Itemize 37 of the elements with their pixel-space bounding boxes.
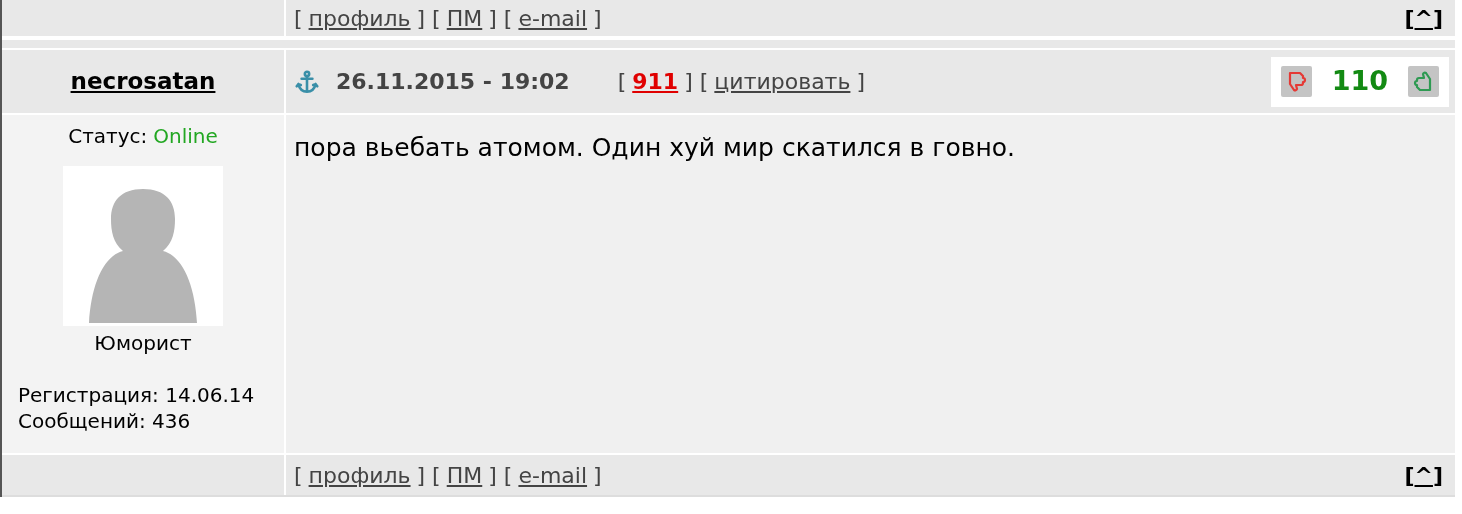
text-link[interactable]: профиль — [308, 458, 411, 492]
status-label: Статус: — [68, 123, 148, 150]
bracket: ] — [593, 4, 602, 33]
author-name[interactable]: necrosatan — [70, 64, 216, 99]
bracket: [ — [1404, 461, 1415, 490]
thumbs-down-icon[interactable] — [1280, 66, 1312, 97]
bracket: [ — [617, 68, 627, 96]
registration-date: Регистрация: 14.06.14 — [18, 382, 255, 408]
text-link[interactable]: ПМ — [446, 458, 483, 492]
text-link[interactable]: e-mail — [518, 1, 588, 35]
bracket: ] [ — [488, 4, 513, 33]
bracket: ] — [1432, 461, 1443, 490]
online-status: Online — [153, 123, 218, 150]
bracket: ] [ — [488, 461, 513, 490]
user-rank: Юморист — [94, 330, 192, 357]
bracket: ] [ — [416, 461, 441, 490]
bracket: [ — [294, 461, 303, 490]
bracket: ] [ — [684, 68, 709, 96]
anchor-icon — [294, 68, 320, 95]
text-link[interactable]: ПМ — [446, 1, 483, 35]
back-to-top-link[interactable]: ^ — [1414, 458, 1433, 492]
back-to-top-link[interactable]: ^ — [1414, 1, 1433, 35]
bracket: ] — [856, 68, 865, 96]
bracket: [ — [294, 4, 303, 33]
bracket: ] — [1432, 4, 1443, 33]
post-number-link[interactable]: 911 — [632, 65, 679, 98]
post-date: 26.11.2015 - 19:02 — [336, 68, 570, 96]
message-count: Сообщений: 436 — [18, 408, 192, 434]
bracket: ] [ — [416, 4, 441, 33]
thumbs-up-icon[interactable] — [1408, 66, 1439, 97]
post-text: пора вьебать атомом. Один хуй мир скатился в говно. — [294, 132, 1017, 164]
bracket: ] — [593, 461, 602, 490]
text-link[interactable]: цитировать — [714, 65, 851, 98]
text-link[interactable]: e-mail — [518, 458, 588, 492]
bracket: [ — [1404, 4, 1415, 33]
rating-score: 110 — [1331, 64, 1388, 99]
text-link[interactable]: профиль — [308, 1, 411, 35]
